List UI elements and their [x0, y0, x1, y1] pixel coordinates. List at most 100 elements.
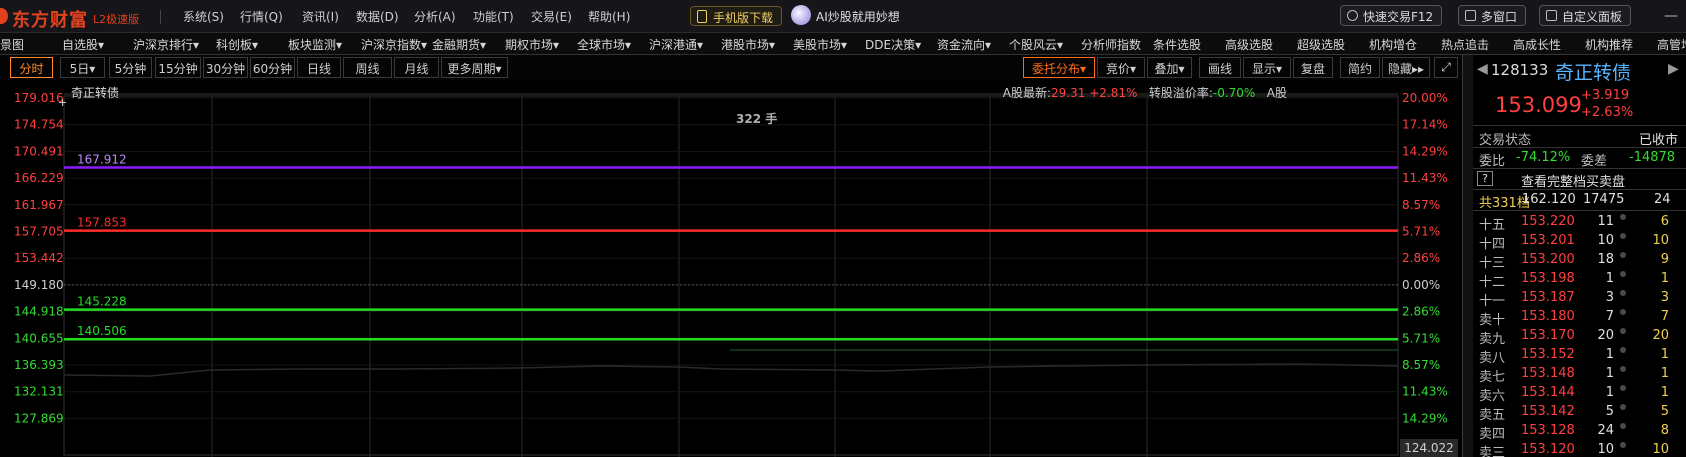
next-stock-icon[interactable]: ▶: [1668, 61, 1679, 77]
nav-item-ranking[interactable]: 沪深京排行▾: [133, 36, 199, 53]
level-price: 153.120: [1521, 442, 1575, 457]
period-tab-60min[interactable]: 60分钟: [250, 57, 295, 78]
nav-item-stock-events[interactable]: 个股风云▾: [1009, 36, 1063, 53]
order-book-level[interactable]: 卖九 153.170 20 20: [1473, 327, 1686, 347]
nav-item-hk-market[interactable]: 港股市场▾: [721, 36, 775, 53]
period-tab-30min[interactable]: 30分钟: [203, 57, 248, 78]
nav-item-institutional-adds[interactable]: 机构增仓: [1369, 36, 1417, 53]
app-edition: L2极速版: [93, 13, 140, 26]
full-book-row[interactable]: ? 查看完整档买卖盘: [1473, 170, 1686, 190]
simple-mode-button[interactable]: 简约: [1340, 57, 1380, 78]
last-price: 153.099: [1495, 93, 1582, 117]
nav-item-watchlist[interactable]: 自选股▾: [62, 36, 104, 53]
nav-item-condition-picker[interactable]: 条件选股: [1153, 36, 1201, 53]
menu-help[interactable]: 帮助(H): [588, 8, 630, 25]
nav-item-super-picker[interactable]: 超级选股: [1297, 36, 1345, 53]
nav-item-star-market[interactable]: 科创板▾: [216, 36, 258, 53]
menu-data[interactable]: 数据(D): [356, 8, 399, 25]
ai-assistant-icon[interactable]: [791, 5, 811, 25]
period-tab-15min[interactable]: 15分钟: [155, 57, 201, 78]
level-dot-icon: [1620, 347, 1626, 353]
intraday-price-line: [63, 363, 1399, 377]
price-reference-label: 167.912: [77, 153, 127, 167]
order-book-level[interactable]: 卖七 153.148 1 1: [1473, 365, 1686, 385]
nav-item-index[interactable]: 沪深京指数▾: [361, 36, 427, 53]
period-tab-monthly[interactable]: 月线: [394, 57, 439, 78]
full-book-link[interactable]: 查看完整档买卖盘: [1521, 171, 1625, 190]
period-tab-5day[interactable]: 5日▾: [60, 57, 105, 78]
level-volume: 24: [1597, 423, 1614, 438]
overlay-button[interactable]: 叠加▾: [1147, 57, 1192, 78]
chart-canvas[interactable]: 179.016 20.00% 174.754 17.14% 170.491 14.29% 1…: [0, 80, 1462, 457]
order-book-level[interactable]: 十三 153.200 18 9: [1473, 251, 1686, 271]
level-price: 153.142: [1521, 404, 1575, 419]
nav-item-panorama[interactable]: 全景图: [0, 36, 24, 53]
period-tab-more[interactable]: 更多周期▾: [441, 57, 508, 78]
nav-item-institution-picks[interactable]: 机构推荐: [1585, 36, 1633, 53]
nav-item-sector-monitor[interactable]: 板块监测▾: [288, 36, 342, 53]
replay-button[interactable]: 复盘: [1293, 57, 1333, 78]
menu-trade[interactable]: 交易(E): [531, 8, 572, 25]
period-tab-weekly[interactable]: 周线: [343, 57, 392, 78]
order-book-level[interactable]: 卖五 153.142 5 5: [1473, 403, 1686, 423]
nav-item-exec-buys[interactable]: 高管增持: [1657, 36, 1686, 53]
display-button[interactable]: 显示▾: [1243, 57, 1291, 78]
order-book-level[interactable]: 卖十 153.180 7 7: [1473, 308, 1686, 328]
order-book-level[interactable]: 十一 153.187 3 3: [1473, 289, 1686, 309]
chart-stock-name: 奇正转债: [71, 86, 120, 100]
order-ratio-row: 委比 -74.12% 委差 -14878: [1479, 150, 1676, 169]
nav-item-advanced-picker[interactable]: 高级选股: [1225, 36, 1273, 53]
phone-icon: [697, 10, 707, 23]
help-icon[interactable]: ?: [1477, 171, 1493, 186]
order-book-level[interactable]: 卖八 153.152 1 1: [1473, 346, 1686, 366]
menu-functions[interactable]: 功能(T): [473, 8, 514, 25]
intraday-chart[interactable]: 179.016 20.00% 174.754 17.14% 170.491 14.29% 1…: [0, 80, 1462, 457]
nav-item-financial-futures[interactable]: 金融期货▾: [432, 36, 486, 53]
mobile-download-button[interactable]: 手机版下载: [690, 6, 783, 26]
minimize-icon[interactable]: —: [1664, 8, 1678, 24]
fullscreen-icon[interactable]: ⤢: [1434, 57, 1458, 78]
level-order-count: 1: [1660, 271, 1669, 286]
nav-item-options[interactable]: 期权市场▾: [505, 36, 559, 53]
nav-item-hotspots[interactable]: 热点追击: [1441, 36, 1489, 53]
prev-stock-icon[interactable]: ◀: [1477, 61, 1488, 77]
nav-item-dde[interactable]: DDE决策▾: [865, 36, 921, 53]
total-levels-volume: 17475: [1583, 192, 1625, 207]
module-nav-bar: 全景图 自选股▾ 沪深京排行▾ 科创板▾ 板块监测▾ 沪深京指数▾ 金融期货▾ …: [0, 33, 1686, 55]
order-diff: -14878: [1629, 150, 1676, 165]
multi-window-button[interactable]: 多窗口: [1458, 5, 1527, 26]
custom-panel-button[interactable]: 自定义面板: [1539, 5, 1632, 26]
auction-button[interactable]: 竞价▾: [1097, 57, 1145, 78]
nav-item-high-growth[interactable]: 高成长性: [1513, 36, 1561, 53]
nav-item-us-market[interactable]: 美股市场▾: [793, 36, 847, 53]
nav-item-stock-connect[interactable]: 沪深港通▾: [649, 36, 703, 53]
menu-quotes[interactable]: 行情(Q): [240, 8, 283, 25]
menu-analysis[interactable]: 分析(A): [414, 8, 456, 25]
price-change: +3.919: [1581, 88, 1630, 103]
quick-trade-button[interactable]: 快速交易F12: [1340, 5, 1443, 26]
nav-item-analyst-index[interactable]: 分析师指数: [1081, 36, 1141, 53]
order-book-level[interactable]: 十二 153.198 1 1: [1473, 270, 1686, 290]
period-tab-intraday[interactable]: 分时: [10, 57, 53, 78]
level-volume: 20: [1597, 328, 1614, 343]
ai-slogan-link[interactable]: AI炒股就用妙想: [816, 8, 900, 25]
order-distribution-button[interactable]: 委托分布▾: [1023, 57, 1095, 78]
chart-info-line: A股最新:29.31 +2.81% 转股溢价率:-0.70% A股: [1002, 86, 1287, 100]
period-tab-5min[interactable]: 5分钟: [109, 57, 152, 78]
right-axis-tick: 11.43%: [1402, 385, 1448, 399]
nav-item-capital-flow[interactable]: 资金流向▾: [937, 36, 991, 53]
menu-news[interactable]: 资讯(I): [302, 8, 339, 25]
period-tab-daily[interactable]: 日线: [297, 57, 341, 78]
level-order-count: 20: [1652, 328, 1669, 343]
right-axis-tick: 20.00%: [1402, 91, 1448, 105]
panel-scrollbar[interactable]: [1463, 55, 1473, 457]
hide-panel-button[interactable]: 隐藏▸▸: [1382, 57, 1430, 78]
order-book-level[interactable]: 卖四 153.128 24 8: [1473, 422, 1686, 442]
order-book-level[interactable]: 十五 153.220 11 6: [1473, 213, 1686, 233]
order-book-level[interactable]: 卖六 153.144 1 1: [1473, 384, 1686, 404]
menu-system[interactable]: 系统(S): [183, 8, 224, 25]
nav-item-global-markets[interactable]: 全球市场▾: [577, 36, 631, 53]
order-book-level[interactable]: 卖三 153.120 10 10: [1473, 441, 1686, 457]
order-book-level[interactable]: 十四 153.201 10 10: [1473, 232, 1686, 252]
draw-line-button[interactable]: 画线: [1199, 57, 1241, 78]
